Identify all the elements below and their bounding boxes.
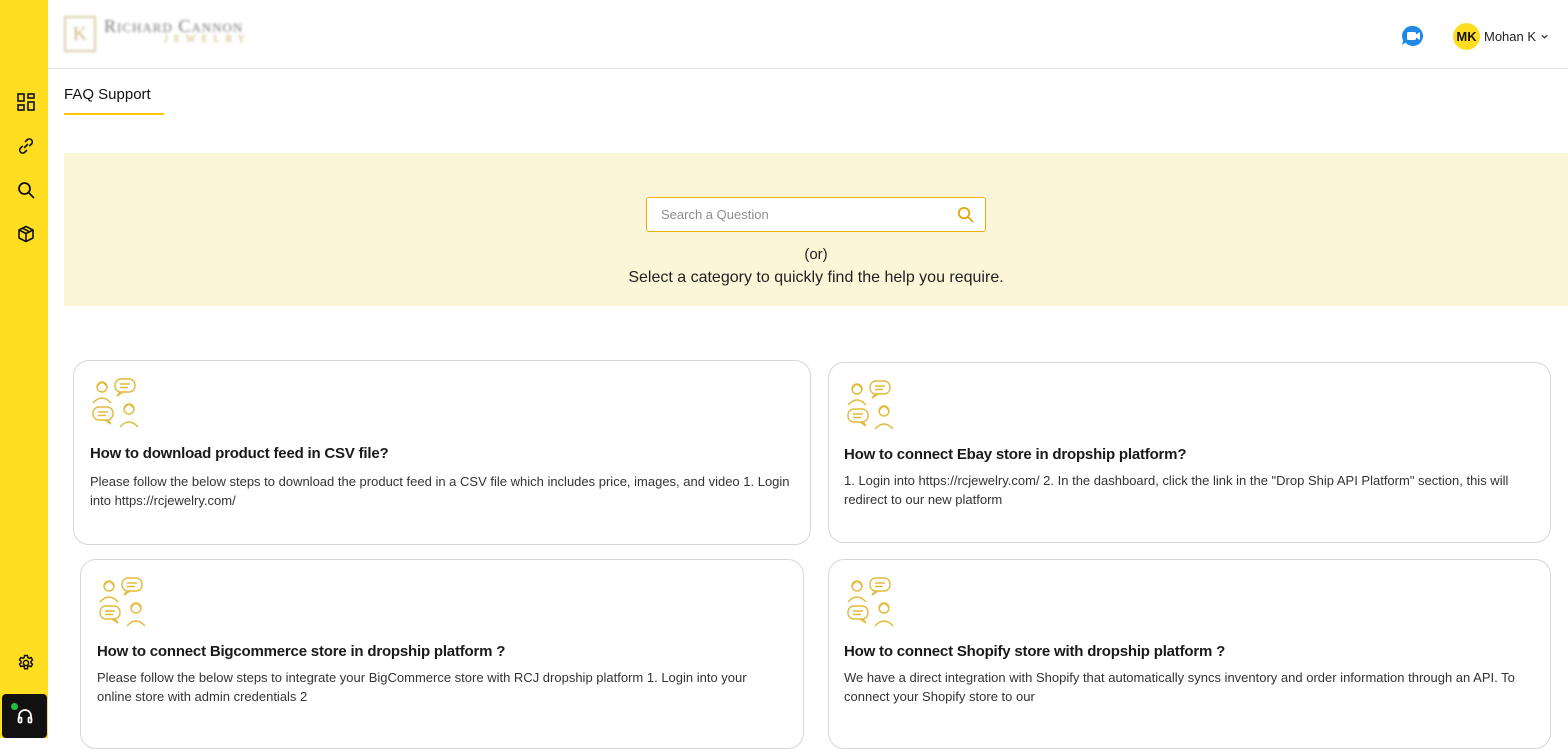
faq-card-title: How to download product feed in CSV file…	[90, 445, 389, 462]
sidebar-item-dashboard[interactable]	[14, 90, 38, 114]
faq-card-body: We have a direct integration with Shopif…	[844, 670, 1515, 704]
faq-card-body: 1. Login into https://rcjewelry.com/ 2. …	[844, 473, 1509, 507]
settings-button[interactable]	[14, 651, 38, 675]
chevron-down-icon	[1541, 34, 1548, 39]
search-icon	[18, 182, 35, 199]
package-icon	[18, 225, 34, 243]
sidebar	[0, 0, 48, 738]
sidebar-item-search[interactable]	[14, 178, 38, 202]
headset-icon	[17, 709, 32, 724]
top-header: K Richard Cannon JEWELRY MK Mohan K	[48, 0, 1568, 69]
support-agents-icon	[847, 380, 894, 430]
faq-card-title: How to connect Shopify store with dropsh…	[844, 643, 1226, 660]
faq-card[interactable]: How to connect Bigcommerce store in drop…	[80, 559, 804, 749]
support-agents-icon	[847, 577, 894, 627]
faq-card[interactable]: How to connect Shopify store with dropsh…	[828, 559, 1551, 749]
support-agents-icon	[99, 577, 146, 627]
search-box	[646, 197, 986, 232]
logo-mark: K	[64, 16, 96, 52]
dashboard-icon	[17, 93, 35, 111]
support-chat-button[interactable]	[2, 694, 47, 738]
user-menu[interactable]: MK Mohan K	[1453, 22, 1549, 50]
faq-card-title: How to connect Ebay store in dropship pl…	[844, 446, 1187, 463]
sidebar-item-links[interactable]	[14, 134, 38, 158]
faq-card-body: Please follow the below steps to downloa…	[90, 474, 790, 508]
gear-icon	[18, 654, 34, 670]
brand-logo[interactable]: K Richard Cannon JEWELRY	[64, 14, 274, 52]
sidebar-item-products[interactable]	[14, 222, 38, 246]
tab-label: FAQ Support	[64, 86, 151, 103]
avatar: MK	[1453, 22, 1480, 50]
faq-card[interactable]: How to download product feed in CSV file…	[73, 360, 811, 545]
video-call-button[interactable]	[1400, 24, 1428, 48]
faq-card-title: How to connect Bigcommerce store in drop…	[97, 643, 506, 660]
category-help-text: Select a category to quickly find the he…	[628, 269, 1004, 286]
tab-faq-support[interactable]: FAQ Support	[64, 85, 164, 115]
logo-sub: JEWELRY	[164, 34, 251, 45]
video-call-icon	[1402, 25, 1424, 46]
user-name: Mohan K	[1484, 28, 1537, 44]
search-input[interactable]	[647, 198, 947, 231]
faq-card-body: Please follow the below steps to integra…	[97, 670, 747, 704]
support-agents-icon	[92, 378, 139, 428]
link-icon	[18, 138, 34, 154]
faq-card[interactable]: How to connect Ebay store in dropship pl…	[828, 362, 1551, 543]
online-status-dot	[11, 703, 18, 710]
search-banner: (or) Select a category to quickly find t…	[64, 153, 1568, 306]
or-separator: (or)	[804, 246, 828, 263]
search-icon[interactable]	[957, 206, 974, 223]
